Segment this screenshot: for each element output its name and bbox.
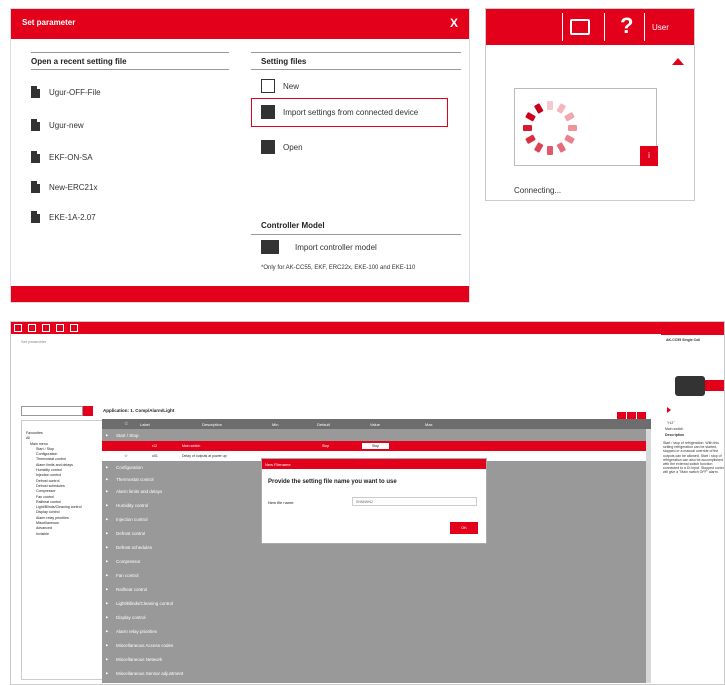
divider	[251, 234, 461, 235]
connecting-header: ? User	[486, 9, 694, 45]
connection-status-box: i	[514, 88, 658, 166]
value-dropdown[interactable]: Stop	[362, 443, 390, 449]
separator	[562, 13, 563, 41]
new-filename-dialog: New Filename Provide the setting file na…	[261, 458, 487, 544]
dialog-header: Set parameter X	[11, 9, 469, 39]
divider	[31, 52, 229, 53]
file-icon	[31, 119, 40, 131]
device-name: AK-CC55 Single Coil	[666, 338, 701, 342]
column-header[interactable]: Max	[425, 422, 433, 427]
parameter-name: Main switch	[665, 427, 684, 431]
recent-file-item[interactable]: Ugur-new	[31, 119, 84, 131]
help-icon[interactable]: ?	[620, 13, 633, 39]
description-text: Start / stop of refrigeration. With this…	[663, 441, 725, 475]
connecting-dialog: ? User i Connecting...	[485, 8, 695, 201]
recent-file-item[interactable]: EKF-ON-SA	[31, 151, 93, 163]
parameter-code: "r12"	[667, 421, 675, 425]
import-controller-model-button[interactable]: Import controller model	[261, 240, 377, 254]
search-icon[interactable]	[83, 406, 93, 416]
group-row[interactable]: Alarm relay priorities	[102, 625, 651, 637]
parameter-tree: Favourites All Main menu Start / Stop Co…	[21, 420, 106, 680]
group-row[interactable]: Miscellaneous Access codes	[102, 639, 651, 651]
column-header[interactable]: Label	[140, 422, 150, 427]
column-header[interactable]: Description	[202, 422, 222, 427]
separator	[644, 13, 645, 41]
file-icon	[31, 86, 40, 98]
device-icon[interactable]	[42, 324, 50, 332]
tree-search-input[interactable]	[21, 406, 83, 416]
file-icon	[31, 211, 40, 223]
user-menu[interactable]: User	[652, 23, 669, 32]
details-panel: AK-CC55 Single Coil "r12" Main switch De…	[661, 322, 725, 684]
import-icon	[261, 105, 275, 119]
controller-icon	[261, 240, 279, 254]
collapse-arrow-icon[interactable]	[672, 58, 684, 65]
ok-button[interactable]: OK	[450, 522, 478, 534]
setting-files-title: Setting files	[261, 57, 307, 66]
description-title: Description	[665, 433, 685, 437]
info-button[interactable]: i	[640, 146, 658, 166]
modal-header: New Filename	[262, 459, 486, 469]
table-scrollbar[interactable]	[646, 429, 651, 683]
divider	[251, 52, 461, 53]
recent-file-item[interactable]: EKE-1A-2.07	[31, 211, 96, 223]
breadcrumb[interactable]: Set parameter	[21, 339, 46, 344]
new-file-button[interactable]: New	[261, 79, 299, 93]
table-row-selected[interactable]: r12 Main switch Stop Stop	[102, 441, 651, 451]
menu-icon[interactable]	[28, 324, 36, 332]
recent-file-item[interactable]: New-ERC21x	[31, 181, 97, 193]
connecting-status-text: Connecting...	[514, 186, 562, 195]
new-file-icon	[261, 79, 275, 93]
chart-icon[interactable]	[70, 324, 78, 332]
dialog-title: Set parameter	[22, 18, 76, 27]
group-row[interactable]: Start / Stop	[102, 429, 651, 441]
group-row[interactable]: Railheat control	[102, 583, 651, 595]
tree-item[interactable]: Invisible	[26, 532, 101, 537]
recent-files-title: Open a recent setting file	[31, 57, 127, 66]
star-icon[interactable]: ☆	[124, 453, 128, 459]
divider	[31, 69, 229, 70]
group-row[interactable]: Miscellaneous Sensor adjustment	[102, 667, 651, 679]
modal-question: Provide the setting file name you want t…	[268, 479, 397, 485]
recent-file-item[interactable]: Ugur-OFF-File	[31, 86, 101, 98]
open-file-button[interactable]: Open	[261, 140, 303, 154]
app-window: Set parameter Favourites All Main menu S…	[10, 321, 725, 685]
table-header: ☆ Label Description Min Default Value Ma…	[102, 419, 651, 429]
application-title: Application: 1. Comp/Alarm/Light	[103, 408, 175, 413]
group-row[interactable]: Miscellaneous Network	[102, 653, 651, 665]
favourite-star-icon[interactable]: ☆	[124, 421, 128, 427]
loading-spinner-icon	[523, 101, 577, 155]
import-settings-button[interactable]: Import settings from connected device	[261, 105, 418, 119]
controller-image	[675, 376, 705, 396]
group-row[interactable]: Display control	[102, 611, 651, 623]
controller-model-title: Controller Model	[261, 221, 325, 230]
overview-icon[interactable]	[56, 324, 64, 332]
column-header[interactable]: Value	[370, 422, 380, 427]
device-highlight	[705, 380, 724, 391]
group-row[interactable]: Fan control	[102, 569, 651, 581]
home-icon[interactable]	[14, 324, 22, 332]
column-header[interactable]: Default	[317, 422, 330, 427]
app-toolbar	[11, 322, 724, 334]
file-icon	[31, 181, 40, 193]
dialog-footer	[11, 286, 469, 302]
filename-input[interactable]: SNNNNN2	[352, 497, 477, 506]
close-button[interactable]: X	[450, 16, 458, 30]
file-icon	[31, 151, 40, 163]
separator	[604, 13, 605, 41]
group-row[interactable]: Compressor	[102, 555, 651, 567]
set-parameter-dialog: Set parameter X Open a recent setting fi…	[10, 8, 470, 303]
expand-arrow-icon[interactable]	[667, 407, 671, 413]
printer-icon[interactable]	[570, 19, 590, 35]
group-row[interactable]: Light/Blinds/Cleaning control	[102, 597, 651, 609]
divider	[251, 69, 461, 70]
controller-note: *Only for AK-CC55, EKF, ERC22x, EKE-100 …	[261, 265, 416, 271]
folder-icon	[261, 140, 275, 154]
filename-label: New file name:	[268, 500, 295, 505]
column-header[interactable]: Min	[272, 422, 278, 427]
panel-header	[661, 322, 724, 335]
